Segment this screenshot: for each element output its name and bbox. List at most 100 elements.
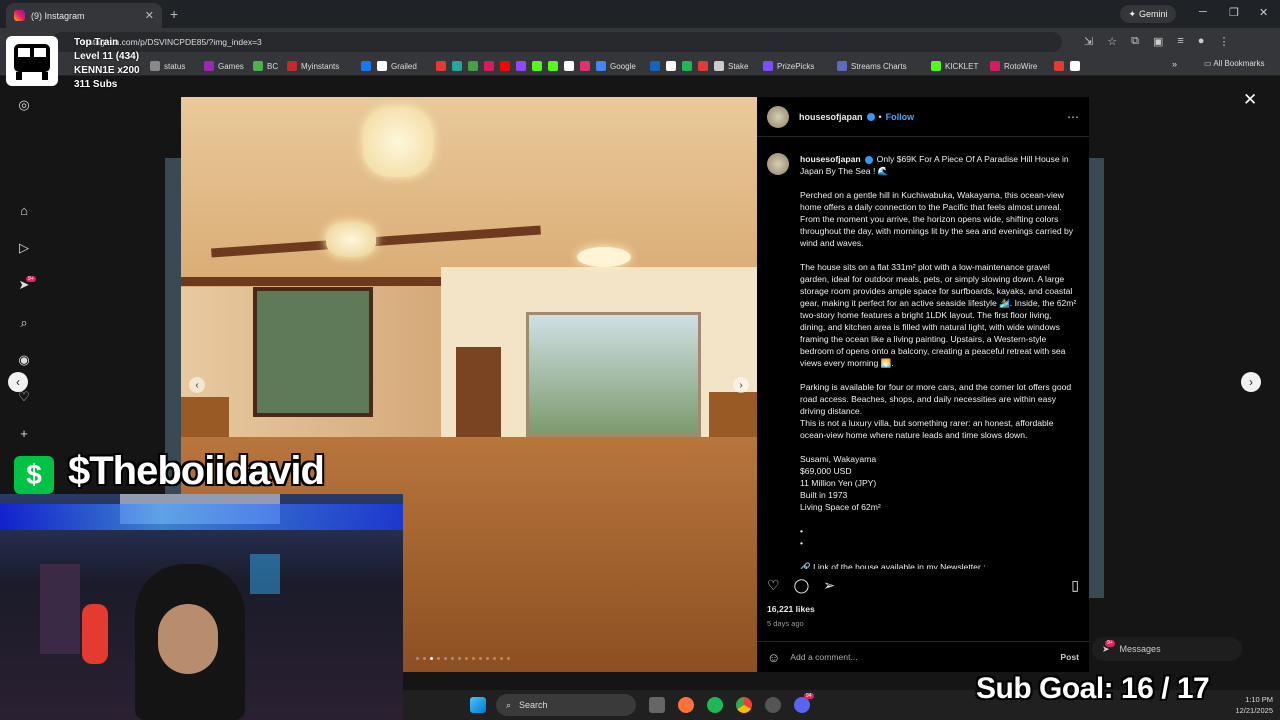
profile-icon[interactable]: ● — [1198, 35, 1205, 48]
comment-input[interactable]: Add a comment... — [790, 652, 857, 662]
bookmark-item[interactable] — [516, 59, 530, 73]
bookmark-favicon-icon — [666, 61, 676, 71]
explore-icon[interactable]: ◉ — [17, 353, 31, 367]
bookmark-item[interactable] — [1070, 59, 1084, 73]
avatar[interactable] — [767, 106, 789, 128]
bookmark-item[interactable] — [666, 59, 680, 73]
bookmark-item[interactable] — [500, 59, 514, 73]
caption-username[interactable]: housesofjapan — [800, 154, 861, 164]
bookmark-overflow-icon[interactable]: » — [1172, 59, 1177, 69]
minimize-button[interactable]: ─ — [1199, 6, 1207, 18]
maximize-button[interactable]: ❐ — [1229, 6, 1239, 19]
previous-post-button[interactable]: ‹ — [8, 372, 28, 392]
install-icon[interactable]: ⇲ — [1084, 35, 1093, 48]
gemini-button[interactable]: ✦ Gemini — [1120, 5, 1176, 23]
like-icon[interactable]: ♡ — [767, 577, 780, 595]
bookmark-item[interactable]: PrizePicks — [763, 59, 814, 73]
bookmark-item[interactable]: KICKLET — [931, 59, 978, 73]
bookmark-item[interactable] — [436, 59, 450, 73]
post-comment-button[interactable]: Post — [1060, 652, 1079, 662]
bookmark-item[interactable] — [698, 59, 712, 73]
bookmark-favicon-icon — [698, 61, 708, 71]
bookmark-favicon-icon — [516, 61, 526, 71]
messages-button[interactable]: ➤ Messages — [1092, 637, 1242, 661]
bookmark-favicon-icon — [468, 61, 478, 71]
spotify-icon[interactable] — [707, 697, 723, 713]
bookmark-item[interactable]: Google — [596, 59, 636, 73]
close-window-button[interactable]: ✕ — [1259, 6, 1268, 19]
bookmark-item[interactable] — [548, 59, 562, 73]
chrome-icon[interactable] — [736, 697, 752, 713]
bookmark-item[interactable] — [580, 59, 594, 73]
bookmark-star-icon[interactable]: ☆ — [1107, 35, 1117, 48]
bookmark-item[interactable] — [682, 59, 696, 73]
caption-avatar[interactable] — [767, 153, 789, 175]
carousel-dot — [416, 657, 419, 660]
bookmark-item[interactable]: Games — [204, 59, 244, 73]
firefox-icon[interactable] — [678, 697, 694, 713]
side-panel-icon[interactable]: ▣ — [1153, 35, 1163, 48]
bookmark-item[interactable] — [1054, 59, 1068, 73]
bookmark-item[interactable]: BC — [253, 59, 278, 73]
taskbar-search[interactable]: ⌕ Search — [496, 694, 636, 716]
bookmark-favicon-icon — [596, 61, 606, 71]
bookmark-item[interactable] — [361, 59, 375, 73]
bookmark-favicon-icon — [377, 61, 387, 71]
instagram-logo-icon[interactable]: ◎ — [17, 98, 31, 112]
follow-button[interactable]: Follow — [886, 112, 915, 122]
toolbar-actions: ⇲ ☆ ⧉ ▣ ≡ ● ⋮ — [1084, 35, 1229, 48]
next-post-button[interactable]: › — [1241, 372, 1261, 392]
home-icon[interactable]: ⌂ — [17, 204, 31, 218]
bookmark-favicon-icon — [580, 61, 590, 71]
bookmark-item[interactable] — [564, 59, 578, 73]
bookmark-favicon-icon — [990, 61, 1000, 71]
menu-icon[interactable]: ⋮ — [1218, 35, 1229, 48]
share-icon[interactable]: ➢ — [823, 577, 835, 595]
bookmark-item[interactable]: Streams Charts — [837, 59, 907, 73]
task-view-icon[interactable] — [649, 697, 665, 713]
notifications-icon[interactable]: ♡ — [17, 390, 31, 404]
bookmark-item[interactable]: RotoWire — [990, 59, 1037, 73]
bookmark-item[interactable] — [650, 59, 664, 73]
carousel-prev-button[interactable]: ‹ — [189, 377, 205, 393]
cashtag-label: $Theboiidavid — [68, 449, 325, 493]
discord-icon[interactable] — [794, 697, 810, 713]
more-options-icon[interactable]: ⋯ — [1067, 110, 1079, 124]
bookmark-item[interactable]: Stake — [714, 59, 748, 73]
comment-icon[interactable]: ◯ — [794, 577, 810, 595]
emoji-icon[interactable]: ☺ — [767, 650, 780, 665]
bookmark-label: Google — [610, 61, 636, 71]
bookmark-item[interactable]: Myinstants — [287, 59, 339, 73]
search-icon[interactable]: ⌕ — [17, 316, 31, 330]
save-icon[interactable]: ▯ — [1071, 577, 1079, 595]
bookmark-item[interactable] — [484, 59, 498, 73]
close-post-icon[interactable]: ✕ — [1243, 90, 1257, 110]
author-username[interactable]: housesofjapan — [799, 112, 863, 122]
bookmark-label: status — [164, 61, 186, 71]
close-tab-icon[interactable]: ✕ — [145, 9, 154, 22]
extensions-icon[interactable]: ⧉ — [1131, 35, 1139, 48]
bookmark-label: PrizePicks — [777, 61, 815, 71]
post-panel: housesofjapan • Follow ⋯ housesofjapan On… — [757, 97, 1089, 672]
discord-badge: 94 — [804, 693, 814, 699]
carousel-next-button[interactable]: › — [733, 377, 749, 393]
reels-icon[interactable]: ▷ — [17, 241, 31, 255]
address-bar[interactable]: instagram.com/p/DSVINCPDE85/?img_index=3 — [52, 32, 1062, 52]
bookmark-item[interactable] — [452, 59, 466, 73]
bookmark-item[interactable] — [532, 59, 546, 73]
bookmark-item[interactable]: status — [150, 59, 185, 73]
tab-instagram[interactable]: (9) Instagram ✕ — [6, 3, 162, 28]
background-post-right — [1088, 158, 1104, 598]
create-icon[interactable]: + — [17, 427, 31, 441]
bookmark-item[interactable] — [468, 59, 482, 73]
bookmark-item[interactable]: Grailed — [377, 59, 417, 73]
app-icon[interactable] — [765, 697, 781, 713]
bookmark-label: KICKLET — [945, 61, 979, 71]
system-clock[interactable]: 1:10 PM 12/21/2025 — [1223, 694, 1273, 716]
start-icon[interactable] — [470, 697, 486, 713]
new-tab-button[interactable]: + — [170, 6, 178, 22]
like-count[interactable]: 16,221 likes — [767, 604, 815, 614]
post-header: housesofjapan • Follow ⋯ — [767, 106, 1079, 128]
all-bookmarks-button[interactable]: ▭ All Bookmarks — [1204, 59, 1264, 68]
tab-search-icon[interactable]: ≡ — [1177, 35, 1183, 48]
